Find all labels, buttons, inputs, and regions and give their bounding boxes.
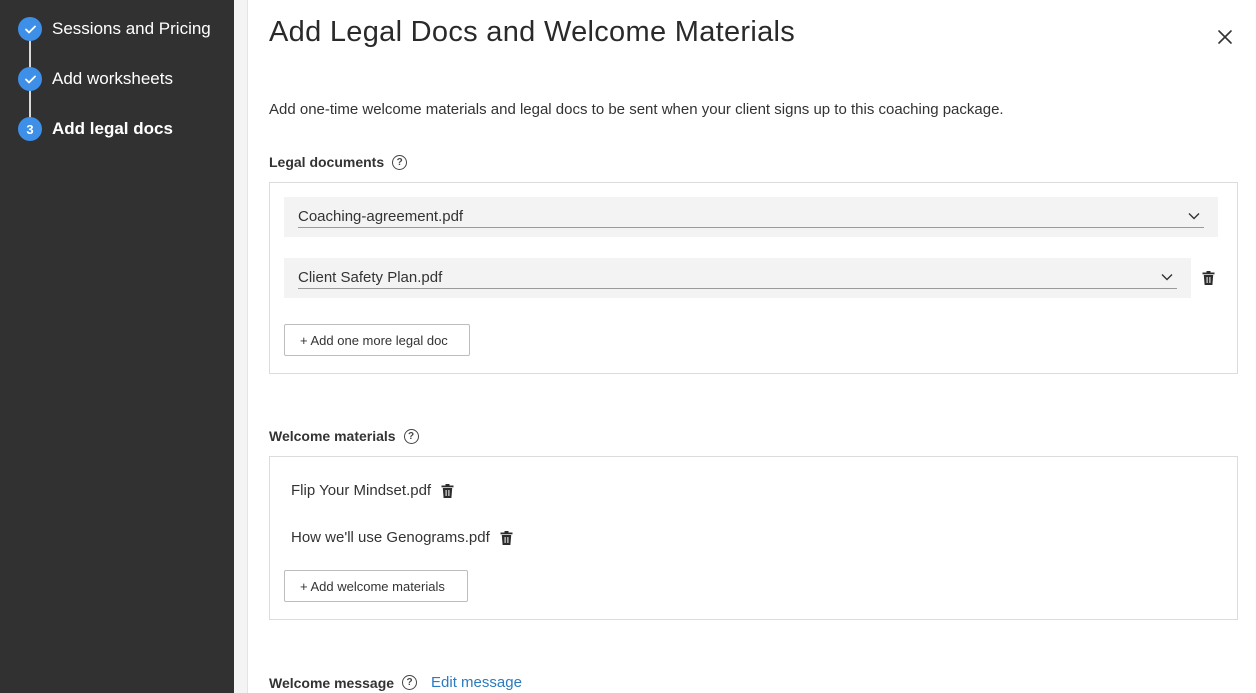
welcome-message-label: Welcome message bbox=[269, 674, 395, 691]
sidebar: Sessions and Pricing Add worksheets 3 Ad… bbox=[0, 0, 234, 693]
help-icon[interactable]: ? bbox=[403, 428, 419, 444]
welcome-materials-box: Flip Your Mindset.pdf How we'll use Geno… bbox=[269, 456, 1238, 620]
step-sessions-pricing[interactable]: Sessions and Pricing bbox=[18, 17, 211, 41]
edit-message-link[interactable]: Edit message bbox=[431, 674, 522, 691]
legal-doc-select[interactable]: Coaching-agreement.pdf bbox=[284, 197, 1218, 237]
step-label: Sessions and Pricing bbox=[52, 19, 211, 38]
trash-icon[interactable] bbox=[441, 483, 454, 498]
welcome-file-item: How we'll use Genograms.pdf bbox=[291, 529, 513, 546]
trash-icon[interactable] bbox=[500, 530, 513, 545]
check-icon bbox=[18, 17, 42, 41]
close-icon[interactable] bbox=[1216, 28, 1234, 46]
chevron-down-icon bbox=[1161, 274, 1173, 281]
step-add-legal-docs[interactable]: 3 Add legal docs bbox=[18, 117, 173, 141]
step-label: Add legal docs bbox=[52, 119, 173, 138]
step-label: Add worksheets bbox=[52, 69, 173, 88]
step-number: 3 bbox=[18, 117, 42, 141]
chevron-down-icon bbox=[1188, 213, 1200, 220]
welcome-file-name: How we'll use Genograms.pdf bbox=[291, 529, 490, 546]
step-connector bbox=[29, 90, 31, 118]
trash-icon[interactable] bbox=[1202, 271, 1215, 285]
legal-docs-box: Coaching-agreement.pdf Client Safety Pla… bbox=[269, 182, 1238, 374]
legal-doc-value: Client Safety Plan.pdf bbox=[298, 269, 443, 286]
add-legal-doc-button[interactable]: + Add one more legal doc bbox=[284, 324, 470, 356]
select-underline bbox=[298, 288, 1177, 289]
welcome-materials-label: Welcome materials bbox=[269, 428, 396, 444]
help-icon[interactable]: ? bbox=[402, 675, 418, 690]
panel-divider bbox=[234, 0, 248, 693]
welcome-message-heading: Welcome message ? Edit message bbox=[269, 674, 522, 691]
welcome-file-name: Flip Your Mindset.pdf bbox=[291, 482, 432, 499]
step-connector bbox=[29, 40, 31, 68]
legal-docs-label: Legal documents bbox=[269, 154, 385, 170]
add-welcome-materials-button[interactable]: + Add welcome materials bbox=[284, 570, 468, 602]
check-icon bbox=[18, 67, 42, 91]
legal-docs-heading: Legal documents ? bbox=[269, 154, 408, 170]
main-panel: Add Legal Docs and Welcome Materials Add… bbox=[269, 0, 1256, 693]
select-underline bbox=[298, 227, 1204, 228]
intro-text: Add one-time welcome materials and legal… bbox=[269, 101, 1004, 118]
welcome-file-item: Flip Your Mindset.pdf bbox=[291, 482, 454, 499]
step-add-worksheets[interactable]: Add worksheets bbox=[18, 67, 173, 91]
legal-doc-select[interactable]: Client Safety Plan.pdf bbox=[284, 258, 1191, 298]
page-title: Add Legal Docs and Welcome Materials bbox=[269, 16, 796, 48]
legal-doc-value: Coaching-agreement.pdf bbox=[298, 208, 464, 225]
help-icon[interactable]: ? bbox=[392, 154, 408, 170]
welcome-materials-heading: Welcome materials ? bbox=[269, 428, 419, 444]
